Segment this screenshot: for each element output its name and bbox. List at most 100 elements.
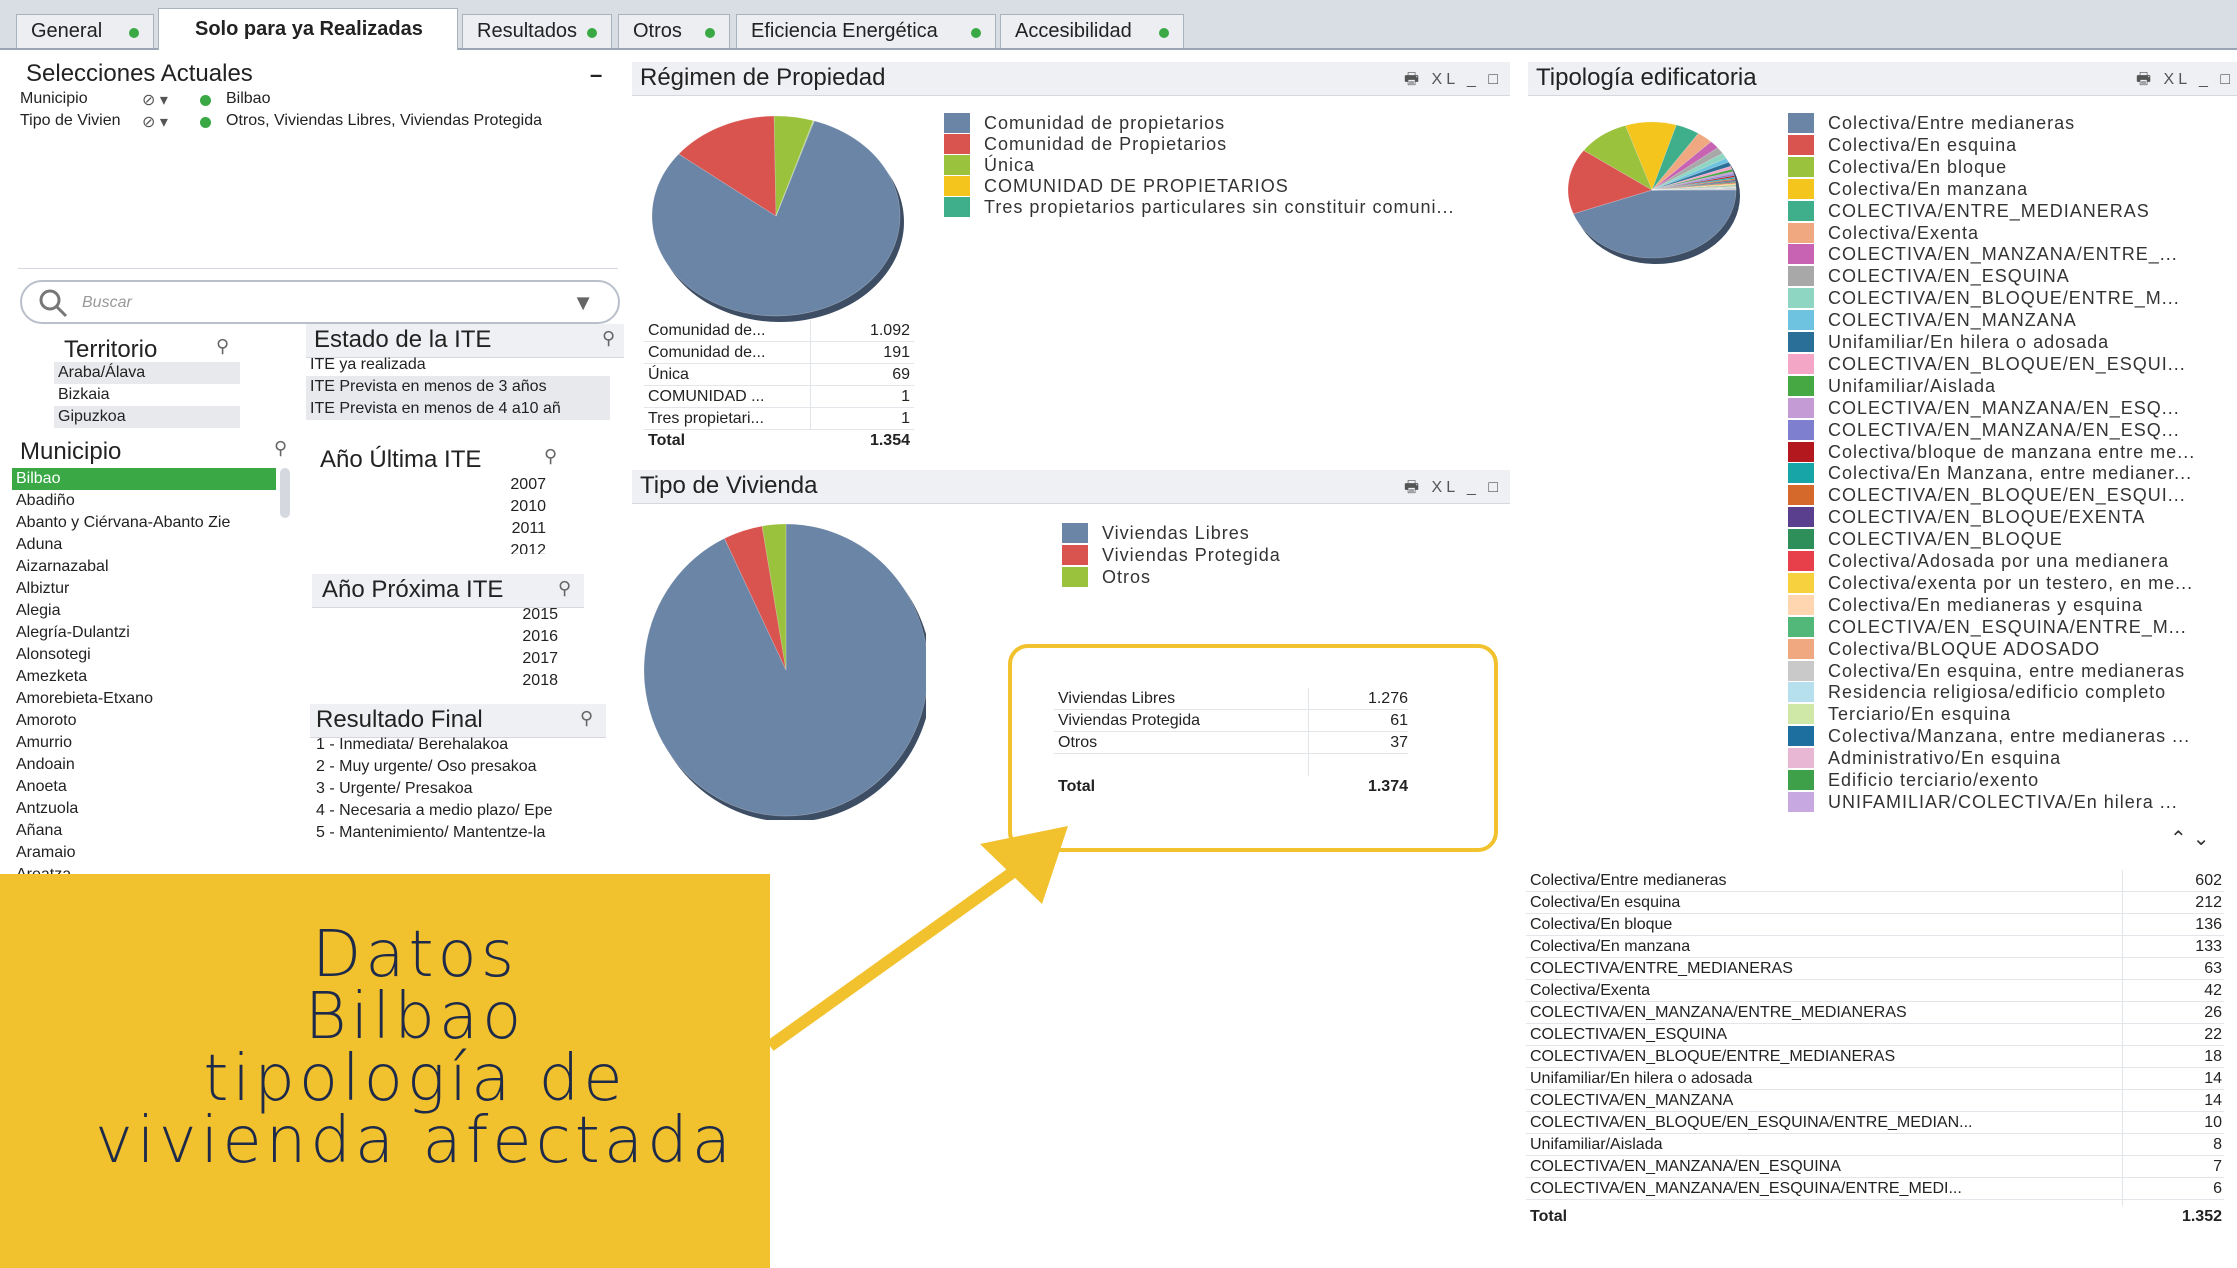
ano-ultima-search-icon[interactable]: ⚲ bbox=[544, 446, 557, 467]
tipologia-window-buttons[interactable]: 🖶 XL _ □ bbox=[2136, 68, 2234, 95]
municipio-search-icon[interactable]: ⚲ bbox=[274, 438, 287, 459]
list-item[interactable]: 2007 bbox=[310, 474, 546, 496]
list-item[interactable]: Gipuzkoa bbox=[54, 406, 240, 428]
list-item[interactable]: 2010 bbox=[310, 496, 546, 518]
legend-label: Única bbox=[984, 155, 1036, 175]
tab-0[interactable]: General bbox=[16, 14, 154, 48]
table-cell-value: 26 bbox=[2204, 1004, 2222, 1021]
resultado-search-icon[interactable]: ⚲ bbox=[580, 708, 593, 729]
list-item[interactable]: 2 - Muy urgente/ Oso presakoa bbox=[312, 756, 594, 778]
list-item[interactable]: Bilbao bbox=[12, 468, 276, 490]
highlight-box bbox=[1008, 644, 1498, 852]
territorio-search-icon[interactable]: ⚲ bbox=[216, 336, 229, 357]
legend-swatch bbox=[944, 155, 970, 175]
search-icon bbox=[39, 289, 68, 318]
list-item[interactable]: 2012 bbox=[310, 540, 546, 554]
list-item[interactable]: 4 - Necesaria a medio plazo/ Epe bbox=[312, 800, 594, 822]
list-item[interactable]: Alegia bbox=[12, 600, 276, 622]
legend-label: Unifamiliar/Aislada bbox=[1828, 375, 1997, 396]
list-item[interactable]: 2017 bbox=[312, 648, 558, 670]
list-item[interactable]: 5 - Mantenimiento/ Mantentze-la bbox=[312, 822, 594, 844]
list-item[interactable]: Abadiño bbox=[12, 490, 276, 512]
legend-swatch bbox=[1788, 616, 1814, 637]
list-item[interactable]: Aramaio bbox=[12, 842, 276, 864]
search-input[interactable]: Buscar ▼ bbox=[20, 280, 620, 324]
list-item[interactable]: 2016 bbox=[312, 626, 558, 648]
list-item[interactable]: ITE Prevista en menos de 4 a10 añ bbox=[306, 398, 610, 420]
tipo-vivienda-legend: Viviendas Libres Viviendas Protegida Otros bbox=[1062, 522, 1462, 592]
list-item[interactable]: Alonsotegi bbox=[12, 644, 276, 666]
tipologia-scroll-arrows[interactable]: ⌃⌄ bbox=[2170, 826, 2216, 851]
table-row: Unifamiliar/Aislada 8 bbox=[1526, 1134, 2224, 1156]
regimen-table: Comunidad de... 1.092 Comunidad de... 191 Ún… bbox=[644, 320, 914, 454]
table-row: Colectiva/Entre medianeras 602 bbox=[1526, 870, 2224, 892]
regimen-title: Régimen de Propiedad bbox=[640, 64, 886, 91]
ano-ultima-title: Año Última ITE bbox=[320, 446, 482, 473]
table-total-row: Total 1.354 bbox=[644, 430, 914, 452]
list-item[interactable]: 2018 bbox=[312, 670, 558, 692]
list-item[interactable]: Andoain bbox=[12, 754, 276, 776]
list-item[interactable]: Albiztur bbox=[12, 578, 276, 600]
tab-4[interactable]: Eficiencia Energética bbox=[736, 14, 996, 48]
total-value: 1.352 bbox=[2181, 1208, 2222, 1225]
legend-label: Viviendas Libres bbox=[1102, 523, 1250, 543]
tab-2[interactable]: Resultados bbox=[462, 14, 612, 48]
regimen-window-buttons[interactable]: 🖶 XL _ □ bbox=[1404, 68, 1502, 95]
legend-swatch bbox=[944, 113, 970, 133]
list-item[interactable]: Areatza bbox=[12, 864, 276, 874]
tipologia-title: Tipología edificatoria bbox=[1536, 64, 1757, 91]
list-item[interactable]: Aduna bbox=[12, 534, 276, 556]
table-row: Comunidad de... 191 bbox=[644, 342, 914, 364]
table-row: COLECTIVA/EN_BLOQUE/EN_ESQUINA/ENTRE_MED… bbox=[1526, 1112, 2224, 1134]
list-item[interactable]: Amorebieta-Etxano bbox=[12, 688, 276, 710]
estado-ite-search-icon[interactable]: ⚲ bbox=[602, 328, 615, 349]
selection-dropdown-icon[interactable]: ⊘ ▾ bbox=[142, 112, 168, 132]
minimize-button[interactable]: – bbox=[590, 62, 602, 88]
list-item[interactable]: ITE ya realizada bbox=[306, 354, 610, 376]
table-cell-label: Colectiva/Exenta bbox=[1530, 982, 1651, 999]
selections-divider bbox=[18, 268, 618, 269]
tipo-vivienda-window-buttons[interactable]: 🖶 XL _ □ bbox=[1404, 476, 1502, 503]
legend-label: COLECTIVA/EN_ESQUINA bbox=[1828, 266, 2070, 287]
legend-swatch bbox=[1788, 156, 1814, 177]
legend-swatch bbox=[1788, 507, 1814, 528]
list-item[interactable]: 2015 bbox=[312, 604, 558, 626]
legend-swatch bbox=[1062, 567, 1088, 587]
search-dropdown-icon[interactable]: ▼ bbox=[572, 290, 594, 316]
legend-swatch bbox=[944, 176, 970, 196]
list-item[interactable]: Amezketa bbox=[12, 666, 276, 688]
list-item[interactable]: 3 - Urgente/ Presakoa bbox=[312, 778, 594, 800]
list-item[interactable]: Aizarnazabal bbox=[12, 556, 276, 578]
list-item[interactable]: Antzuola bbox=[12, 798, 276, 820]
list-item[interactable]: Araba/Álava bbox=[54, 362, 240, 384]
list-item[interactable]: Añana bbox=[12, 820, 276, 842]
list-item[interactable]: ITE Prevista en menos de 3 años bbox=[306, 376, 610, 398]
list-item[interactable]: Abanto y Ciérvana-Abanto Zie bbox=[12, 512, 276, 534]
list-item[interactable]: Amoroto bbox=[12, 710, 276, 732]
tab-1[interactable]: Solo para ya Realizadas bbox=[158, 8, 458, 50]
list-item[interactable]: Amurrio bbox=[12, 732, 276, 754]
municipio-scrollbar[interactable] bbox=[280, 468, 290, 518]
selection-dropdown-icon[interactable]: ⊘ ▾ bbox=[142, 90, 168, 110]
table-cell-label: Colectiva/En esquina bbox=[1530, 894, 1681, 911]
legend-swatch bbox=[1788, 244, 1814, 265]
tab-5[interactable]: Accesibilidad bbox=[1000, 14, 1184, 48]
table-row: COLECTIVA/ENTRE_MEDIANERAS 63 bbox=[1526, 958, 2224, 980]
search-placeholder: Buscar bbox=[82, 294, 132, 311]
legend-label: Colectiva/exenta por un testero, en me..… bbox=[1828, 572, 2194, 593]
legend-label: COLECTIVA/ENTRE_MEDIANERAS bbox=[1828, 200, 2150, 221]
list-item[interactable]: Alegría-Dulantzi bbox=[12, 622, 276, 644]
list-item[interactable]: Anoeta bbox=[12, 776, 276, 798]
legend-swatch bbox=[1788, 485, 1814, 506]
list-item[interactable]: Bizkaia bbox=[54, 384, 240, 406]
table-row: COLECTIVA/EN_MANZANA/ENTRE_MEDIANERAS 26 bbox=[1526, 1002, 2224, 1024]
tab-label: Resultados bbox=[477, 20, 578, 42]
list-item[interactable]: 2011 bbox=[310, 518, 546, 540]
ano-proxima-search-icon[interactable]: ⚲ bbox=[558, 578, 571, 599]
table-cell-value: 69 bbox=[892, 366, 910, 383]
callout-line: tipología de bbox=[203, 1042, 627, 1116]
status-dot-icon bbox=[587, 28, 597, 38]
tab-3[interactable]: Otros bbox=[618, 14, 730, 48]
list-item[interactable]: 1 - Inmediata/ Berehalakoa bbox=[312, 734, 594, 756]
legend-swatch bbox=[1788, 441, 1814, 462]
